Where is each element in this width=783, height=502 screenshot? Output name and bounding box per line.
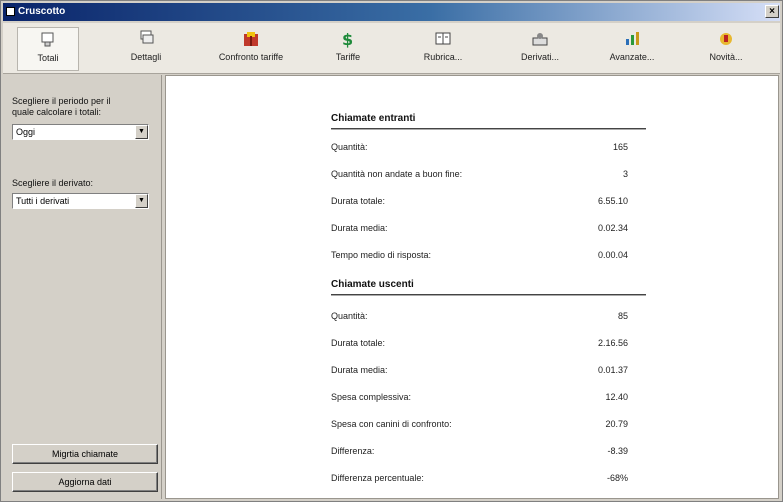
- row-value: 165: [612, 142, 628, 152]
- address-book-icon: [433, 30, 453, 48]
- row-value: 20.79: [605, 419, 628, 429]
- toolbar-news-button[interactable]: Novità...: [693, 27, 759, 71]
- row-label: Spesa con canini di confronto:: [331, 419, 452, 429]
- section-divider: [331, 294, 646, 295]
- dollar-icon: $: [338, 30, 358, 49]
- row-label: Quantità:: [331, 142, 368, 152]
- row-value: 12.40: [605, 392, 628, 402]
- row-label: Quantità non andate a buon fine:: [331, 169, 463, 179]
- row-value: 85: [617, 311, 628, 321]
- toolbar-advanced-button[interactable]: Avanzate...: [599, 27, 665, 71]
- toolbar-extensions-button[interactable]: Derivati...: [507, 27, 573, 71]
- toolbar-details-button[interactable]: Dettagli: [115, 27, 177, 71]
- title-bar: Cruscotto ×: [3, 3, 780, 21]
- row-value: 0.02.34: [597, 223, 628, 233]
- advanced-chart-icon: [622, 30, 642, 48]
- refresh-data-button[interactable]: Aggiorna dati: [12, 472, 158, 492]
- compare-rates-icon: [241, 30, 261, 48]
- import-calls-button[interactable]: Migrtia chiamate: [12, 444, 158, 464]
- section-title-outgoing: Chiamate uscenti: [331, 279, 414, 290]
- row-label: Durata media:: [331, 365, 388, 375]
- extension-label: Scegliere il derivato:: [12, 178, 94, 188]
- section-divider: [331, 128, 646, 129]
- row-label: Durata media:: [331, 223, 388, 233]
- row-value: 6.55.10: [597, 196, 628, 206]
- details-icon: [136, 30, 156, 48]
- row-value: 0.00.04: [597, 250, 628, 260]
- news-icon: [716, 30, 736, 48]
- toolbar-rates-button[interactable]: $ Tariffe: [321, 27, 375, 71]
- period-select[interactable]: Oggi ▼: [12, 124, 149, 140]
- sidebar: Scegliere il periodo per il quale calcol…: [3, 75, 162, 499]
- section-title-incoming: Chiamate entranti: [331, 113, 416, 124]
- summary-panel: Chiamate entranti Quantità: 165 Quantità…: [165, 75, 779, 499]
- row-label: Durata totale:: [331, 338, 386, 348]
- main-window: Cruscotto × Totali Dettagli Confronto ta…: [0, 0, 783, 502]
- row-label: Spesa complessiva:: [331, 392, 412, 402]
- row-value: -68%: [606, 473, 628, 483]
- chevron-down-icon: ▼: [135, 194, 148, 208]
- row-value: 0.01.37: [597, 365, 628, 375]
- chevron-down-icon: ▼: [135, 125, 148, 139]
- row-value: -8.39: [607, 446, 628, 456]
- period-label-line1: Scegliere il periodo per il: [12, 96, 111, 106]
- row-label: Differenza:: [331, 446, 375, 456]
- row-value: 3: [622, 169, 628, 179]
- close-button[interactable]: ×: [765, 5, 779, 18]
- window-title: Cruscotto: [18, 6, 66, 17]
- row-label: Differenza percentuale:: [331, 473, 424, 483]
- period-label-line2: quale calcolare i totali:: [12, 107, 102, 117]
- row-label: Durata totale:: [331, 196, 386, 206]
- row-label: Quantità:: [331, 311, 368, 321]
- toolbar-totals-button[interactable]: Totali: [17, 27, 79, 71]
- totals-icon: [38, 31, 58, 49]
- extension-select[interactable]: Tutti i derivati ▼: [12, 193, 149, 209]
- row-value: 2.16.56: [597, 338, 628, 348]
- toolbar-address-book-button[interactable]: Rubrica...: [413, 27, 473, 71]
- app-icon: [6, 7, 15, 16]
- row-label: Tempo medio di risposta:: [331, 250, 432, 260]
- svg-text:$: $: [342, 30, 353, 48]
- toolbar: Totali Dettagli Confronto tariffe $ Tari…: [3, 23, 780, 74]
- extensions-icon: [530, 30, 550, 48]
- toolbar-compare-rates-button[interactable]: Confronto tariffe: [203, 27, 299, 71]
